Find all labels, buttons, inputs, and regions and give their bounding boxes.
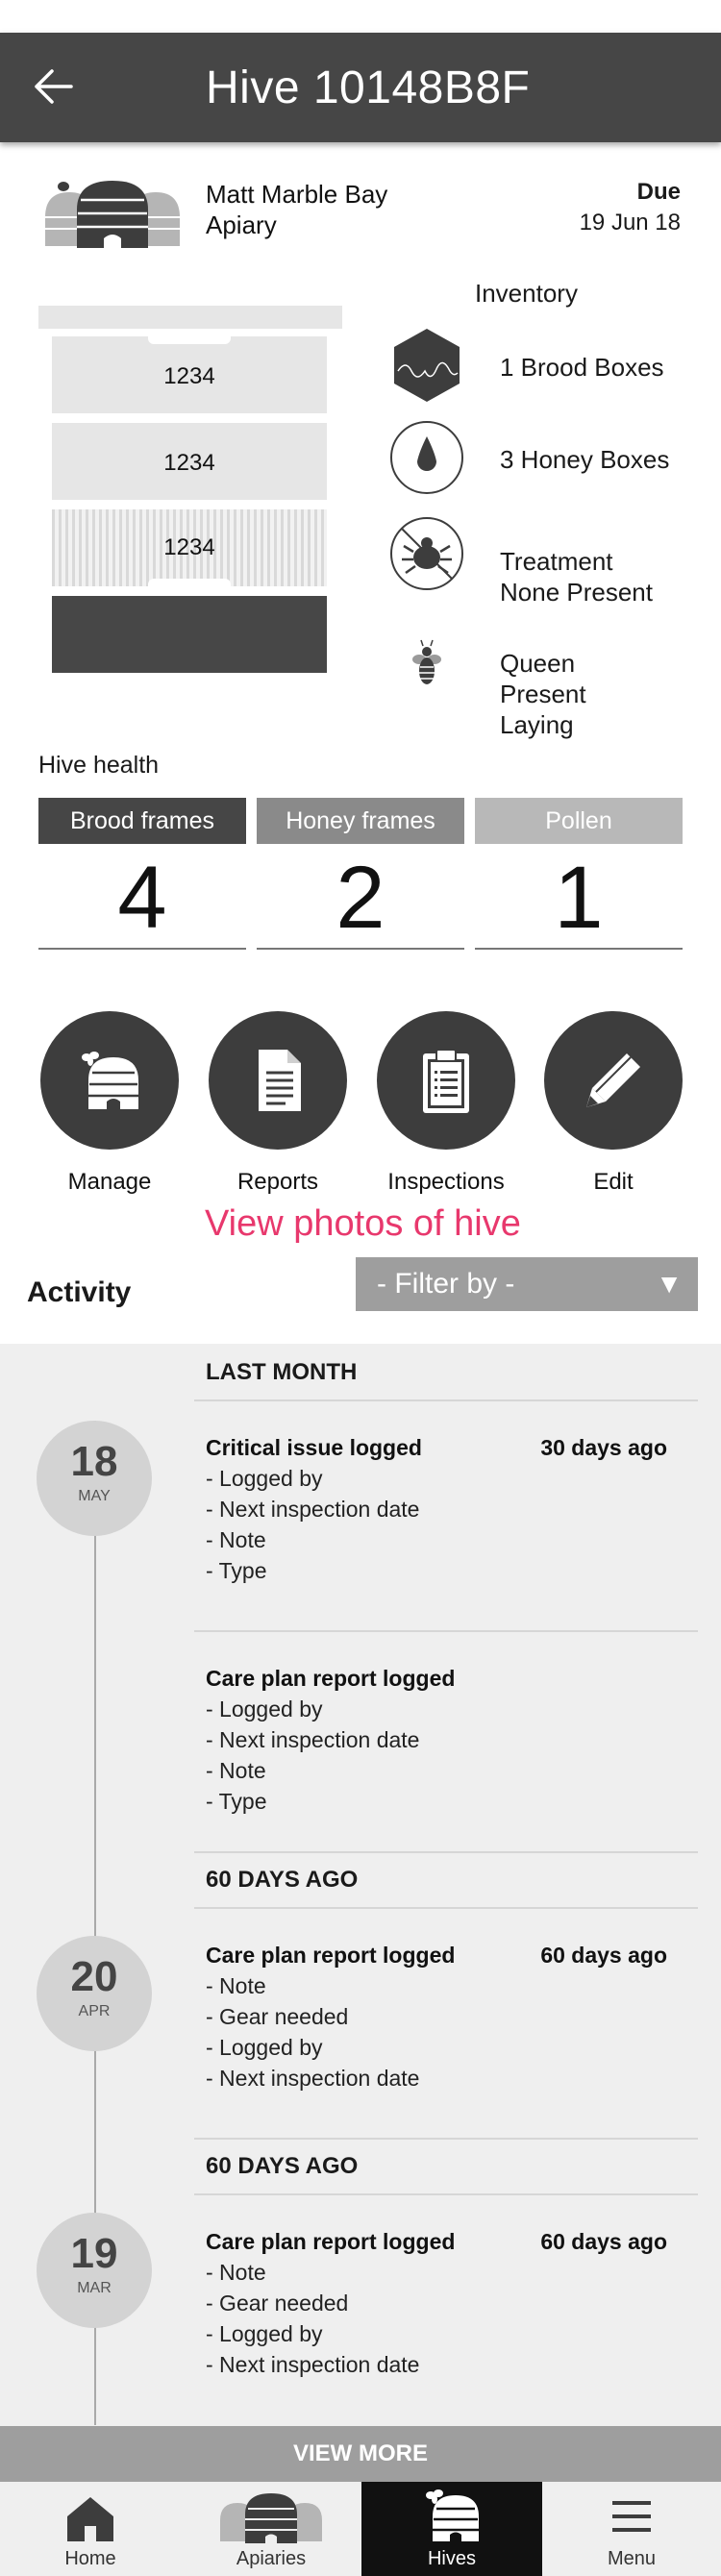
nav-menu-label: Menu [607, 2548, 657, 2569]
hive-box[interactable]: 1234 [52, 509, 327, 588]
inventory-treatment-text: Treatment None Present [500, 547, 653, 607]
hive-roof [38, 306, 342, 329]
view-photos-link[interactable]: View photos of hive [205, 1203, 521, 1245]
nav-apiaries[interactable]: Apiaries [181, 2482, 361, 2576]
pollen-label: Pollen [475, 798, 683, 844]
inventory-queen-row: Queen Present Laying [388, 638, 696, 744]
entry-time: 60 days ago [540, 1943, 667, 1968]
beehive-icon [426, 2489, 479, 2541]
activity-entry[interactable]: Critical issue logged 30 days ago - Logg… [206, 1432, 667, 1586]
home-icon [67, 2497, 113, 2541]
apiary-name[interactable]: Matt Marble Bay Apiary [206, 179, 387, 240]
app-bar: Hive 10148B8F [0, 33, 721, 142]
brood-frames-label: Brood frames [38, 798, 246, 844]
nav-menu[interactable]: Menu [542, 2482, 721, 2576]
edit-button[interactable]: Edit [544, 1011, 683, 1196]
brood-comb-icon [394, 329, 460, 402]
apiary-hives-icon [45, 181, 180, 248]
back-button[interactable] [33, 67, 75, 106]
hive-health-title: Hive health [38, 752, 160, 779]
date-badge: 18 MAY [37, 1421, 152, 1536]
section-header: 60 DAYS AGO [206, 2153, 359, 2179]
date-badge: 19 MAR [37, 2213, 152, 2328]
activity-entry[interactable]: Care plan report logged 60 days ago - No… [206, 1940, 667, 2093]
inspections-label: Inspections [387, 1169, 505, 1195]
hive-box[interactable]: 1234 [52, 423, 327, 500]
nav-hives[interactable]: Hives [361, 2482, 542, 2576]
nav-home-label: Home [64, 2548, 116, 2569]
apiary-hives-icon [220, 2493, 322, 2543]
filter-dropdown[interactable]: - Filter by - ▼ [356, 1257, 698, 1311]
inventory-honey-row: 3 Honey Boxes [388, 419, 696, 500]
honey-frames-label: Honey frames [257, 798, 464, 844]
entry-time: 30 days ago [540, 1435, 667, 1460]
reports-label: Reports [236, 1169, 319, 1195]
nav-apiaries-label: Apiaries [236, 2548, 307, 2569]
manage-label: Manage [67, 1169, 152, 1195]
view-more-button[interactable]: VIEW MORE [0, 2426, 721, 2482]
pencil-icon [586, 1053, 640, 1107]
honey-drop-icon [390, 421, 463, 494]
section-header: 60 DAYS AGO [206, 1867, 359, 1893]
filter-label: - Filter by - [377, 1268, 515, 1300]
hamburger-menu-icon [612, 2501, 651, 2532]
document-icon [259, 1050, 301, 1111]
nav-home[interactable]: Home [0, 2482, 181, 2576]
clipboard-icon [423, 1049, 469, 1113]
inventory-brood-text: 1 Brood Boxes [500, 353, 664, 382]
inventory-honey-text: 3 Honey Boxes [500, 445, 670, 474]
pollen-stat: Pollen 1 [475, 798, 683, 950]
date-badge: 20 APR [37, 1936, 152, 2051]
honey-frames-value: 2 [257, 844, 464, 950]
queen-bee-icon [412, 639, 441, 684]
hive-box[interactable]: 1234 [52, 334, 327, 413]
beehive-icon [82, 1052, 138, 1109]
inspections-button[interactable]: Inspections [377, 1011, 515, 1196]
due-date: 19 Jun 18 [579, 210, 681, 235]
caret-down-icon: ▼ [656, 1269, 683, 1299]
pollen-value: 1 [475, 844, 683, 950]
inventory-treatment-row: Treatment None Present [388, 511, 696, 607]
bottom-nav: Home Apiaries Hives Menu [0, 2482, 721, 2576]
page-title: Hive 10148B8F [206, 62, 531, 113]
activity-entry[interactable]: Care plan report logged - Logged by - Ne… [206, 1663, 667, 1817]
reports-button[interactable]: Reports [209, 1011, 347, 1196]
due-label: Due [636, 179, 681, 205]
section-header: LAST MONTH [206, 1359, 358, 1385]
arrow-left-icon [35, 69, 73, 104]
hive-base [52, 596, 327, 673]
manage-button[interactable]: Manage [40, 1011, 179, 1196]
hive-stack-diagram: 1234 1234 1234 [38, 306, 342, 681]
inventory-title: Inventory [475, 279, 578, 308]
activity-feed: LAST MONTH 18 MAY Critical issue logged … [0, 1344, 721, 2426]
nav-hives-label: Hives [427, 2548, 476, 2569]
edit-label: Edit [593, 1169, 634, 1195]
brood-frames-stat: Brood frames 4 [38, 798, 246, 950]
honey-frames-stat: Honey frames 2 [257, 798, 464, 950]
entry-time: 60 days ago [540, 2229, 667, 2254]
entry-title: Care plan report logged [206, 1666, 456, 1691]
brood-frames-value: 4 [38, 844, 246, 950]
status-bar [0, 0, 721, 33]
mite-treatment-icon [390, 517, 463, 590]
inventory-queen-text: Queen Present Laying [500, 649, 586, 739]
activity-entry[interactable]: Care plan report logged 60 days ago - No… [206, 2226, 667, 2380]
activity-title: Activity [27, 1276, 132, 1308]
inventory-brood-row: 1 Brood Boxes [388, 327, 696, 408]
